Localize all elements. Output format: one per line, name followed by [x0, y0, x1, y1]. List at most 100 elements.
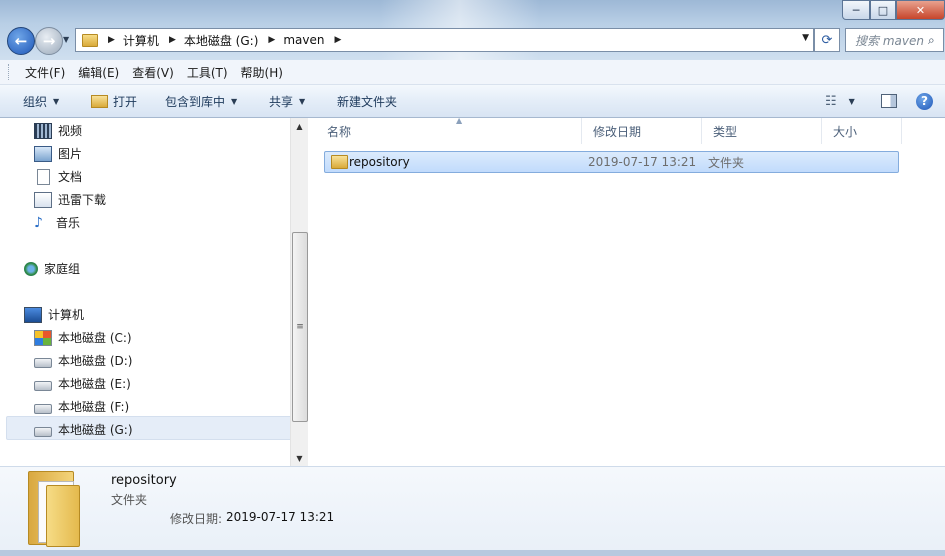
organize-label: 组织	[23, 94, 48, 109]
hard-drive-icon	[34, 426, 52, 437]
nav-label: 文档	[58, 170, 83, 184]
breadcrumb-computer[interactable]: 计算机	[123, 32, 159, 49]
file-type: 文件夹	[708, 155, 745, 170]
file-name: repository	[349, 155, 410, 169]
hard-drive-icon	[34, 357, 52, 368]
menu-grip	[8, 64, 12, 80]
file-modified: 2019-07-17 13:21	[588, 155, 697, 169]
share-button[interactable]: 共享 ▼	[269, 93, 305, 110]
menu-tools[interactable]: 工具(T)	[187, 64, 228, 81]
nav-item-music[interactable]: ♪ 音乐	[34, 214, 80, 231]
nav-label: 本地磁盘 (E:)	[58, 377, 131, 391]
new-folder-button[interactable]: 新建文件夹	[337, 93, 397, 110]
open-label: 打开	[113, 94, 138, 109]
nav-scrollbar[interactable]: ▲ ≡ ▼	[290, 118, 308, 466]
menu-help[interactable]: 帮助(H)	[241, 64, 283, 81]
nav-label: 家庭组	[44, 262, 81, 276]
chevron-down-icon: ▼	[848, 96, 855, 106]
open-button[interactable]: 打开	[91, 93, 137, 110]
chevron-down-icon: ▼	[299, 96, 306, 106]
menu-edit[interactable]: 编辑(E)	[78, 64, 119, 81]
windows-drive-icon	[34, 329, 52, 346]
close-button[interactable]: ✕	[896, 0, 945, 20]
column-label: 大小	[833, 124, 858, 139]
forward-arrow-icon: →	[42, 32, 56, 50]
chevron-right-icon[interactable]: ▶	[334, 35, 341, 45]
computer-icon	[24, 306, 42, 323]
scroll-up-arrow-icon[interactable]: ▲	[291, 118, 308, 134]
scroll-down-arrow-icon[interactable]: ▼	[291, 450, 308, 466]
column-label: 修改日期	[593, 124, 642, 139]
help-icon: ?	[916, 92, 933, 110]
nav-item-thunder-downloads[interactable]: 迅雷下载	[34, 191, 106, 208]
forward-button[interactable]: →	[35, 27, 63, 55]
preview-pane-button[interactable]	[881, 94, 897, 108]
download-library-icon	[34, 191, 52, 208]
nav-label: 视频	[58, 124, 83, 138]
refresh-button[interactable]: ⟳	[814, 28, 840, 52]
nav-item-drive-e[interactable]: 本地磁盘 (E:)	[34, 375, 131, 392]
address-bar[interactable]: ▶ 计算机 ▶ 本地磁盘 (G:) ▶ maven ▶ ▼	[75, 28, 814, 52]
minimize-button[interactable]: ─	[842, 0, 870, 20]
chevron-down-icon: ▼	[53, 96, 60, 106]
chevron-right-icon[interactable]: ▶	[268, 35, 275, 45]
back-button[interactable]: ←	[7, 27, 35, 55]
search-icon[interactable]: ⌕	[928, 33, 935, 48]
document-icon	[37, 168, 50, 185]
recent-pages-dropdown[interactable]: ▼	[63, 35, 69, 44]
large-folder-icon	[28, 471, 80, 547]
nav-label: 迅雷下载	[58, 193, 107, 207]
navigation-pane: 视频 图片 文档 迅雷下载 ♪ 音乐 家庭组 计算机 本地磁盘 (C:) 本地磁盘…	[0, 118, 292, 466]
breadcrumb-drive-g[interactable]: 本地磁盘 (G:)	[184, 32, 259, 49]
nav-item-homegroup[interactable]: 家庭组	[24, 260, 80, 277]
chevron-right-icon[interactable]: ▶	[169, 35, 176, 45]
nav-label: 音乐	[56, 216, 81, 230]
file-row[interactable]: repository 2019-07-17 13:21 文件夹	[324, 151, 899, 173]
menu-view[interactable]: 查看(V)	[132, 64, 174, 81]
back-arrow-icon: ←	[14, 32, 28, 50]
refresh-icon: ⟳	[821, 32, 833, 48]
menu-bar: 文件(F) 编辑(E) 查看(V) 工具(T) 帮助(H)	[0, 60, 945, 85]
organize-button[interactable]: 组织 ▼	[23, 93, 59, 110]
music-note-icon: ♪	[34, 214, 43, 231]
column-header-size[interactable]: 大小	[822, 118, 902, 144]
nav-item-videos[interactable]: 视频	[34, 122, 82, 139]
column-header-type[interactable]: 类型	[702, 118, 822, 144]
nav-item-drive-g[interactable]: 本地磁盘 (G:)	[34, 421, 133, 438]
column-header-modified[interactable]: 修改日期	[582, 118, 702, 144]
folder-icon	[82, 33, 98, 47]
nav-label: 本地磁盘 (G:)	[58, 423, 133, 437]
scroll-thumb[interactable]: ≡	[292, 232, 308, 422]
column-header-name[interactable]: ▲ 名称	[316, 116, 582, 144]
nav-item-drive-c[interactable]: 本地磁盘 (C:)	[34, 329, 132, 346]
file-list-pane: ▲ 名称 修改日期 类型 大小 repository 2019-07-17 13…	[308, 116, 945, 466]
window-bottom-border	[0, 550, 945, 556]
open-folder-icon	[91, 94, 108, 108]
nav-item-drive-f[interactable]: 本地磁盘 (F:)	[34, 398, 129, 415]
column-label: 类型	[713, 124, 738, 139]
chevron-right-icon[interactable]: ▶	[108, 35, 115, 45]
search-input[interactable]: 搜索 maven ⌕	[845, 28, 944, 52]
nav-item-computer[interactable]: 计算机	[24, 306, 84, 323]
sort-ascending-icon: ▲	[456, 116, 463, 125]
breadcrumb-maven[interactable]: maven	[283, 33, 324, 47]
include-in-library-button[interactable]: 包含到库中 ▼	[165, 93, 237, 110]
command-bar: 组织 ▼ 打开 包含到库中 ▼ 共享 ▼ 新建文件夹 ☷ ▼ ?	[0, 85, 945, 118]
nav-item-drive-d[interactable]: 本地磁盘 (D:)	[34, 352, 132, 369]
maximize-button[interactable]: □	[870, 0, 896, 20]
chevron-down-icon[interactable]: ▼	[802, 33, 809, 43]
view-list-icon: ☷	[825, 93, 837, 109]
help-button[interactable]: ?	[916, 92, 933, 110]
menu-file[interactable]: 文件(F)	[25, 64, 65, 81]
details-type: 文件夹	[111, 493, 148, 507]
details-pane: repository 文件夹 修改日期: 2019-07-17 13:21	[0, 466, 945, 551]
nav-item-pictures[interactable]: 图片	[34, 145, 82, 162]
nav-label: 计算机	[48, 308, 85, 322]
nav-item-documents[interactable]: 文档	[34, 168, 82, 185]
column-label: 名称	[327, 124, 352, 139]
details-modified-label: 修改日期:	[170, 512, 223, 526]
preview-pane-icon	[881, 94, 897, 108]
folder-icon	[331, 155, 348, 169]
chevron-down-icon: ▼	[231, 96, 238, 106]
change-view-button[interactable]: ☷ ▼	[825, 94, 855, 109]
